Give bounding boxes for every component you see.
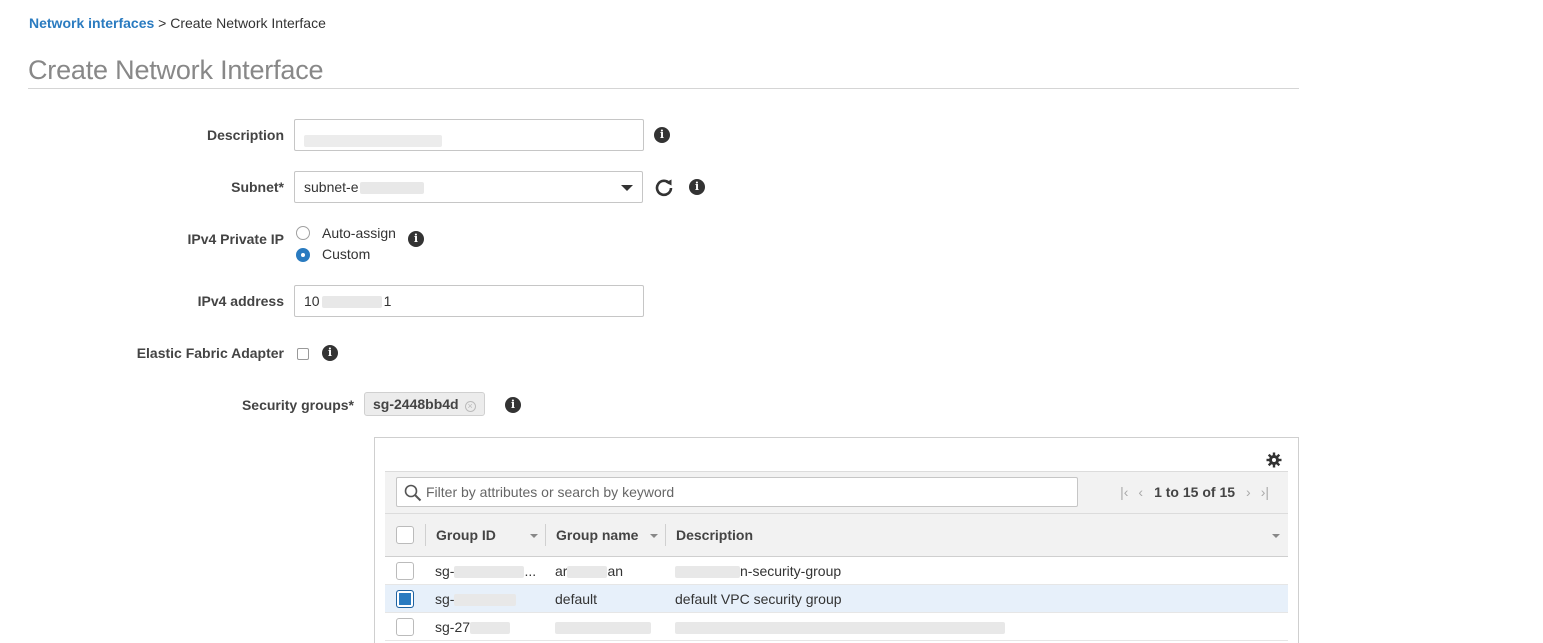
info-icon[interactable]: i bbox=[505, 397, 521, 413]
filter-input[interactable]: Filter by attributes or search by keywor… bbox=[396, 477, 1078, 507]
pagination-text: 1 to 15 of 15 bbox=[1154, 484, 1236, 500]
column-header-description[interactable]: Description bbox=[676, 514, 753, 556]
redacted-text bbox=[304, 134, 442, 147]
info-icon[interactable]: i bbox=[689, 179, 705, 195]
close-icon[interactable]: × bbox=[464, 401, 476, 412]
column-divider bbox=[545, 524, 546, 546]
redacted-text bbox=[321, 296, 382, 309]
cell-description: n-security-group bbox=[675, 557, 841, 585]
title-divider bbox=[28, 88, 1299, 89]
sort-caret-icon[interactable] bbox=[1272, 534, 1280, 538]
cell-group-id: sg-... bbox=[435, 563, 537, 579]
first-page-icon[interactable]: |‹ bbox=[1120, 472, 1128, 512]
info-icon[interactable]: i bbox=[654, 127, 670, 143]
description-input[interactable] bbox=[294, 119, 644, 151]
column-divider bbox=[425, 524, 426, 546]
selected-sg-id: sg-2448bb4d bbox=[373, 396, 459, 412]
efa-checkbox[interactable] bbox=[297, 348, 309, 360]
row-checkbox[interactable] bbox=[396, 590, 414, 608]
security-groups-label: Security groups* bbox=[241, 397, 354, 413]
subnet-label: Subnet* bbox=[231, 179, 284, 195]
redacted-text bbox=[360, 182, 425, 195]
security-group-table-panel: Filter by attributes or search by keywor… bbox=[374, 437, 1299, 643]
table-header: Group ID Group name Description bbox=[385, 513, 1288, 557]
ipv4-address-label: IPv4 address bbox=[197, 293, 284, 309]
refresh-icon[interactable] bbox=[654, 177, 674, 197]
radio-auto-assign[interactable] bbox=[296, 226, 310, 240]
column-divider bbox=[665, 524, 666, 546]
cell-description bbox=[675, 613, 1005, 641]
table-row[interactable]: sg- default default VPC security group bbox=[385, 585, 1288, 613]
select-all-checkbox[interactable] bbox=[396, 526, 414, 544]
radio-auto-assign-label[interactable]: Auto-assign bbox=[322, 225, 396, 241]
row-checkbox[interactable] bbox=[396, 562, 414, 580]
ipv4-address-suffix: 1 bbox=[383, 293, 392, 309]
subnet-select[interactable]: subnet-e bbox=[294, 171, 643, 203]
breadcrumb-link-network-interfaces[interactable]: Network interfaces bbox=[29, 15, 154, 31]
last-page-icon[interactable]: ›| bbox=[1261, 472, 1269, 512]
selected-sg-chip: sg-2448bb4d × bbox=[364, 392, 485, 416]
info-icon[interactable]: i bbox=[322, 345, 338, 361]
ipv4-address-input[interactable]: 10 1 bbox=[294, 285, 644, 317]
gear-icon[interactable] bbox=[1266, 452, 1282, 468]
cell-group-name: default bbox=[555, 591, 598, 607]
search-icon bbox=[404, 484, 422, 502]
subnet-value: subnet-e bbox=[304, 179, 359, 195]
cell-group-id: sg-27 bbox=[435, 613, 511, 641]
cell-group-id: sg- bbox=[435, 585, 517, 613]
cell-group-name: ar an bbox=[555, 563, 624, 579]
ipv4-address-prefix: 10 bbox=[304, 293, 320, 309]
ipv4-private-ip-label: IPv4 Private IP bbox=[187, 231, 284, 247]
breadcrumb: Network interfaces > Create Network Inte… bbox=[29, 15, 326, 31]
row-checkbox[interactable] bbox=[396, 618, 414, 636]
page-title: Create Network Interface bbox=[28, 55, 324, 85]
info-icon[interactable]: i bbox=[408, 231, 424, 247]
sort-caret-icon[interactable] bbox=[530, 534, 538, 538]
efa-label: Elastic Fabric Adapter bbox=[136, 345, 284, 361]
prev-page-icon[interactable]: ‹ bbox=[1138, 472, 1143, 512]
cell-description: default VPC security group bbox=[675, 591, 842, 607]
radio-custom[interactable] bbox=[296, 248, 310, 262]
column-header-group-name[interactable]: Group name bbox=[556, 514, 638, 556]
description-label: Description bbox=[206, 127, 284, 143]
next-page-icon[interactable]: › bbox=[1246, 472, 1251, 512]
cell-group-name bbox=[555, 613, 651, 641]
filter-bar: Filter by attributes or search by keywor… bbox=[385, 471, 1288, 513]
sort-caret-icon[interactable] bbox=[650, 534, 658, 538]
column-header-group-id[interactable]: Group ID bbox=[436, 514, 496, 556]
chevron-down-icon bbox=[621, 185, 633, 191]
breadcrumb-current: Create Network Interface bbox=[170, 15, 326, 31]
table-row[interactable]: sg-27 bbox=[385, 613, 1288, 641]
pagination: |‹ ‹ 1 to 15 of 15 › ›| bbox=[1115, 472, 1274, 512]
radio-custom-label[interactable]: Custom bbox=[322, 246, 370, 262]
filter-placeholder: Filter by attributes or search by keywor… bbox=[426, 484, 675, 500]
table-row[interactable]: sg-... ar an n-security-group bbox=[385, 557, 1288, 585]
breadcrumb-separator: > bbox=[154, 15, 171, 31]
